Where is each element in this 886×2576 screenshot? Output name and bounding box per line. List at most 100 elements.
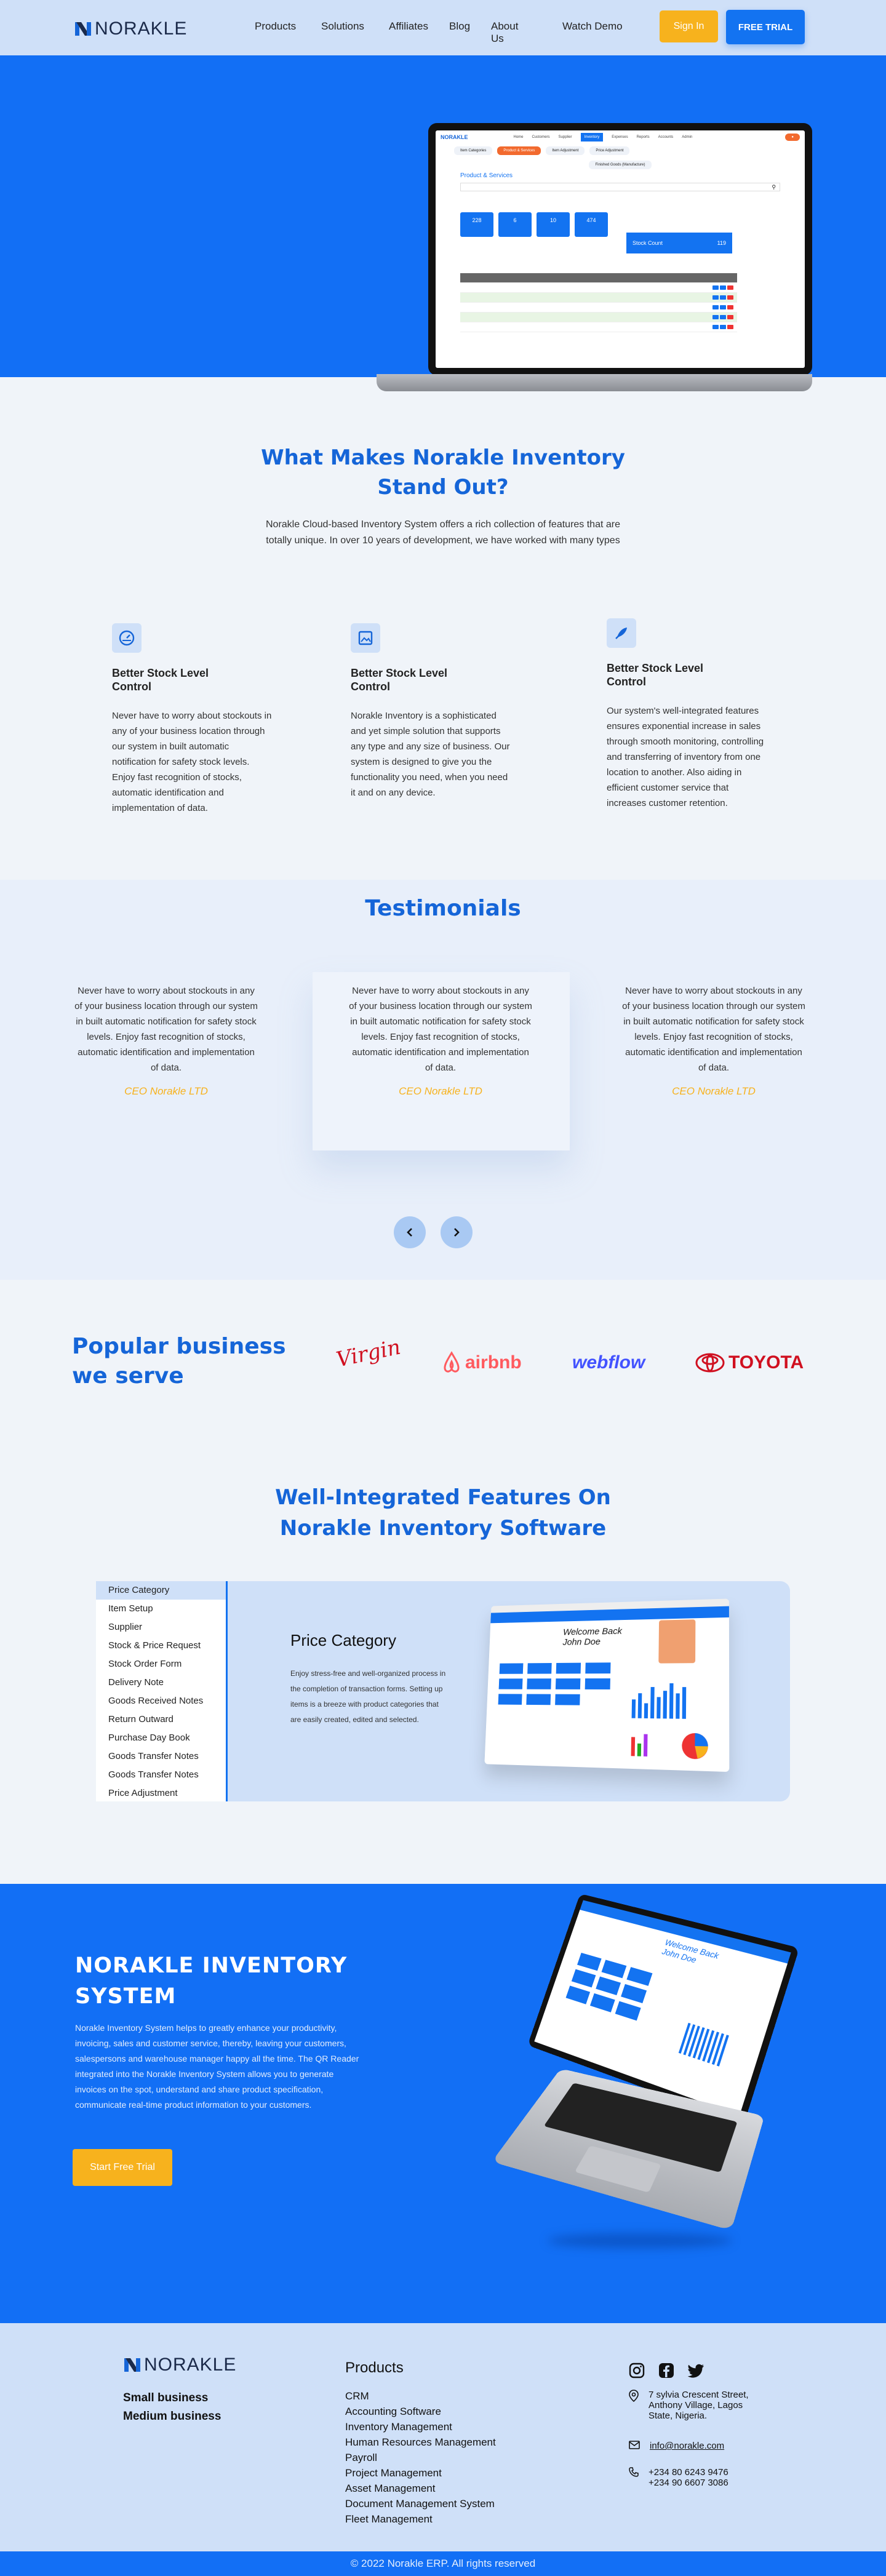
mock-tab-sub: Finished Goods (Manufacture) [589,161,652,169]
airbnb-icon [444,1351,460,1373]
copyright-bar: © 2022 Norakle ERP. All rights reserved [0,2551,886,2576]
phone-icon [629,2467,639,2477]
footer-logo[interactable]: NORAKLE [123,2355,236,2375]
feature-detail-text: Enjoy stress-free and well-organized pro… [290,1669,446,1724]
footer-product-link[interactable]: Payroll [345,2450,496,2465]
mock-stock-label: Stock Count [633,240,663,246]
testimonial: Never have to worry about stockouts in a… [621,983,806,1098]
mock-menu-item: Reports [636,135,650,139]
feature-text: Norakle Inventory is a sophisticated and… [351,711,510,798]
mock-menu-item: Expenses [612,135,628,139]
brand-logo-airbnb: airbnb [439,1344,522,1381]
feature-card: Better Stock Level Control Our system's … [607,618,767,811]
free-trial-button[interactable]: FREE TRIAL [726,10,805,44]
footer-email-link[interactable]: info@norakle.com [650,2441,724,2451]
feature-text: Our system's well-integrated features en… [607,706,764,808]
prev-testimonial-button[interactable] [394,1216,426,1248]
hero-laptop-image: NORAKLE Home Customers Supplier Inventor… [377,123,812,455]
features-menu-item[interactable]: Item Setup [96,1600,226,1618]
twitter-icon[interactable] [688,2363,705,2379]
footer-phone: +234 80 6243 9476 +234 90 6607 3086 [629,2467,728,2488]
footer-link-small-business[interactable]: Small business [123,2391,208,2405]
footer-product-link[interactable]: Document Management System [345,2496,496,2511]
mock-user-chip: ● [785,134,800,141]
mock-menu-item: Accounts [658,135,674,139]
footer-product-link[interactable]: CRM [345,2388,496,2404]
dashboard-mock-image: Welcome Back John Doe [484,1598,730,1772]
mock-stat: 228 [460,212,493,237]
features-menu-item[interactable]: Stock Order Form [96,1655,226,1673]
logo-icon [124,2358,140,2372]
mock-menu-item: Supplier [558,135,572,139]
mock-table-row [460,283,737,293]
footer-phone-number[interactable]: +234 80 6243 9476 [649,2467,728,2478]
features-menu-item[interactable]: Goods Received Notes [96,1692,226,1710]
mock-table-row [460,303,737,313]
location-pin-icon [629,2390,639,2402]
features-menu-item[interactable]: Return Outward [96,1710,226,1729]
nav-link-solutions[interactable]: Solutions [321,20,364,33]
nav-link-products[interactable]: Products [255,20,296,33]
logo-icon [75,22,91,36]
features-menu-item[interactable]: Stock & Price Request [96,1637,226,1655]
features-menu: Price Category Item Setup Supplier Stock… [96,1581,228,1801]
mock-logo: NORAKLE [441,134,468,140]
instagram-icon[interactable] [629,2363,645,2379]
start-free-trial-button[interactable]: Start Free Trial [73,2149,172,2186]
footer-link-medium-business[interactable]: Medium business [123,2410,221,2423]
mock-table-row [460,293,737,303]
nav-link-blog[interactable]: Blog [449,20,470,33]
mock-tabs: Item Categories Product & Services Item … [436,144,805,158]
mail-icon [629,2441,640,2449]
footer-phone-number[interactable]: +234 90 6607 3086 [649,2478,728,2488]
features-menu-item[interactable]: Delivery Note [96,1673,226,1692]
testimonial-author: CEO Norakle LTD [124,1085,208,1097]
mock-menu-item: Admin [682,135,693,139]
footer-phone-numbers: +234 80 6243 9476 +234 90 6607 3086 [649,2467,728,2488]
mock-tab: Price Adjustment [589,146,630,155]
stand-out-intro: Norakle Cloud-based Inventory System off… [266,519,620,546]
footer-products-title: Products [345,2359,404,2376]
mock-search-icon: ⚲ [772,183,776,190]
features-menu-item[interactable]: Supplier [96,1618,226,1637]
nav-link-affiliates[interactable]: Affiliates [389,20,428,33]
footer-product-link[interactable]: Inventory Management [345,2419,496,2434]
sign-in-button[interactable]: Sign In [660,10,718,42]
features-menu-item[interactable]: Purchase Day Book [96,1729,226,1747]
mock-table-row [460,322,737,332]
nav-link-about[interactable]: About Us [491,20,518,45]
mock-stock-value: 119 [717,240,726,246]
features-menu-item[interactable]: Price Category [96,1581,226,1600]
mock-menu-item: Inventory [580,133,604,142]
footer-product-link[interactable]: Fleet Management [345,2511,496,2527]
features-menu-item[interactable]: Goods Transfer Notes [96,1747,226,1766]
mock-stat: 474 [575,212,608,237]
features-menu-item[interactable]: Goods Transfer Notes [96,1766,226,1784]
footer-email: info@norakle.com [629,2441,724,2451]
footer-product-link[interactable]: Accounting Software [345,2404,496,2419]
features-menu-item[interactable]: Price Adjustment [96,1784,226,1803]
logo[interactable]: NORAKLE [74,18,187,39]
stand-out-title: What Makes Norakle Inventory Stand Out? [261,445,625,500]
footer-product-link[interactable]: Project Management [345,2465,496,2481]
nav-link-watch-demo[interactable]: Watch Demo [562,20,623,33]
next-testimonial-button[interactable] [441,1216,473,1248]
footer-product-link[interactable]: Human Resources Management [345,2434,496,2450]
footer-address-text: 7 sylvia Crescent Street, Anthony Villag… [649,2390,749,2421]
mock-menu-item: Home [513,135,524,139]
mock-table-head [460,273,737,283]
integrated-title: Well-Integrated Features On Norakle Inve… [275,1485,611,1541]
mock-welcome-text: Welcome Back John Doe [562,1625,623,1648]
mock-tab: Product & Services [497,146,541,155]
testimonial-text: Never have to worry about stockouts in a… [349,986,532,1073]
mock-tab: Item Adjustment [546,146,585,155]
laptop-screen: NORAKLE Home Customers Supplier Inventor… [428,123,812,375]
feature-title: Better Stock Level Control [351,667,448,693]
mock-search: ⚲ [460,183,780,191]
footer-product-link[interactable]: Asset Management [345,2481,496,2496]
speedometer-icon [112,623,142,653]
testimonial-author: CEO Norakle LTD [399,1085,482,1097]
facebook-icon[interactable] [658,2363,674,2379]
feature-title: Better Stock Level Control [112,667,209,693]
testimonial-text: Never have to worry about stockouts in a… [74,986,258,1073]
